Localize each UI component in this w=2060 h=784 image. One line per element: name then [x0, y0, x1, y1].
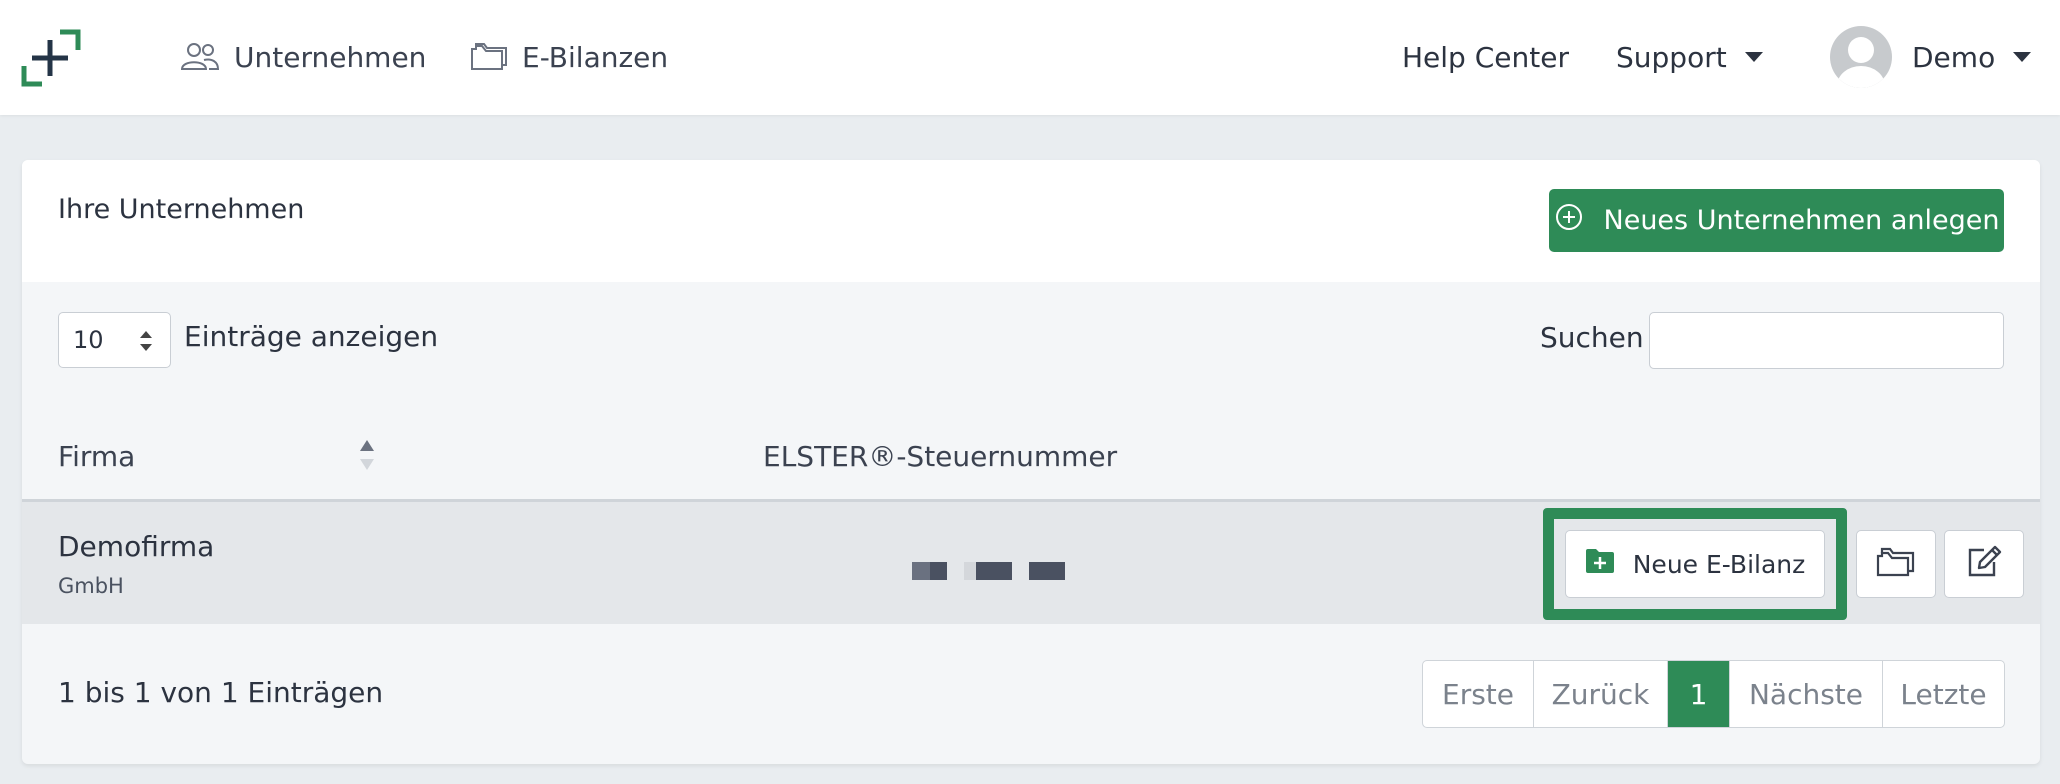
avatar [1830, 26, 1892, 88]
nav-support-label: Support [1616, 40, 1727, 74]
table-row: Demofirma GmbH Neue E-Bilanz [22, 502, 2040, 624]
card-title: Ihre Unternehmen [58, 194, 305, 225]
sort-icon[interactable] [360, 440, 374, 470]
new-ebilanz-button[interactable]: Neue E-Bilanz [1565, 530, 1825, 598]
select-arrows-icon [140, 331, 152, 351]
column-header-tax-number[interactable]: ELSTER®-Steuernummer [763, 440, 1117, 473]
pagination-next[interactable]: Nächste [1729, 661, 1882, 727]
plus-circle-icon [1554, 202, 1584, 239]
folder-icon [470, 41, 508, 73]
users-icon [180, 41, 220, 73]
folder-open-icon [1876, 546, 1916, 582]
new-ebilanz-label: Neue E-Bilanz [1632, 549, 1806, 579]
nav-ebilanzen[interactable]: E-Bilanzen [470, 30, 668, 84]
user-name-label: Demo [1912, 40, 1996, 74]
pagination-first[interactable]: Erste [1423, 661, 1533, 727]
nav-help-center[interactable]: Help Center [1402, 30, 1569, 84]
nav-companies[interactable]: Unternehmen [180, 30, 426, 84]
company-name: Demofirma [58, 530, 215, 563]
top-navbar: Unternehmen E-Bilanzen Help Center Suppo… [0, 0, 2060, 115]
page-length-label: Einträge anzeigen [184, 320, 439, 353]
nav-ebilanzen-label: E-Bilanzen [522, 40, 669, 74]
nav-help-label: Help Center [1402, 40, 1569, 74]
caret-down-icon [2013, 52, 2032, 62]
folder-plus-icon [1585, 548, 1615, 580]
nav-support-dropdown[interactable]: Support [1616, 30, 1763, 84]
search-label: Suchen [1540, 321, 1644, 354]
pagination-previous[interactable]: Zurück [1533, 661, 1667, 727]
search-input[interactable] [1649, 312, 2004, 369]
companies-card: Ihre Unternehmen Neues Unternehmen anleg… [22, 160, 2040, 764]
logo-icon [21, 29, 81, 87]
edit-icon [1966, 545, 2002, 583]
nav-companies-label: Unternehmen [234, 40, 427, 74]
pagination: Erste Zurück 1 Nächste Letzte [1422, 660, 2005, 728]
company-legal-form: GmbH [58, 574, 124, 598]
new-company-button[interactable]: Neues Unternehmen anlegen [1549, 189, 2004, 252]
edit-company-button[interactable] [1944, 530, 2024, 598]
open-ebilanzen-button[interactable] [1856, 530, 1936, 598]
table-info: 1 bis 1 von 1 Einträgen [58, 676, 384, 709]
page-length-select[interactable]: 10 [58, 312, 171, 368]
page-length-value: 10 [73, 326, 104, 354]
tax-number-masked [912, 562, 1065, 580]
app-logo[interactable] [20, 28, 82, 88]
new-company-label: Neues Unternehmen anlegen [1603, 205, 2000, 236]
pagination-last[interactable]: Letzte [1882, 661, 2004, 727]
card-header: Ihre Unternehmen Neues Unternehmen anleg… [22, 160, 2040, 282]
pagination-page-1[interactable]: 1 [1667, 661, 1729, 727]
user-menu-dropdown[interactable]: Demo [1830, 26, 2032, 88]
column-header-firma[interactable]: Firma [58, 440, 135, 473]
caret-down-icon [1744, 52, 1763, 62]
